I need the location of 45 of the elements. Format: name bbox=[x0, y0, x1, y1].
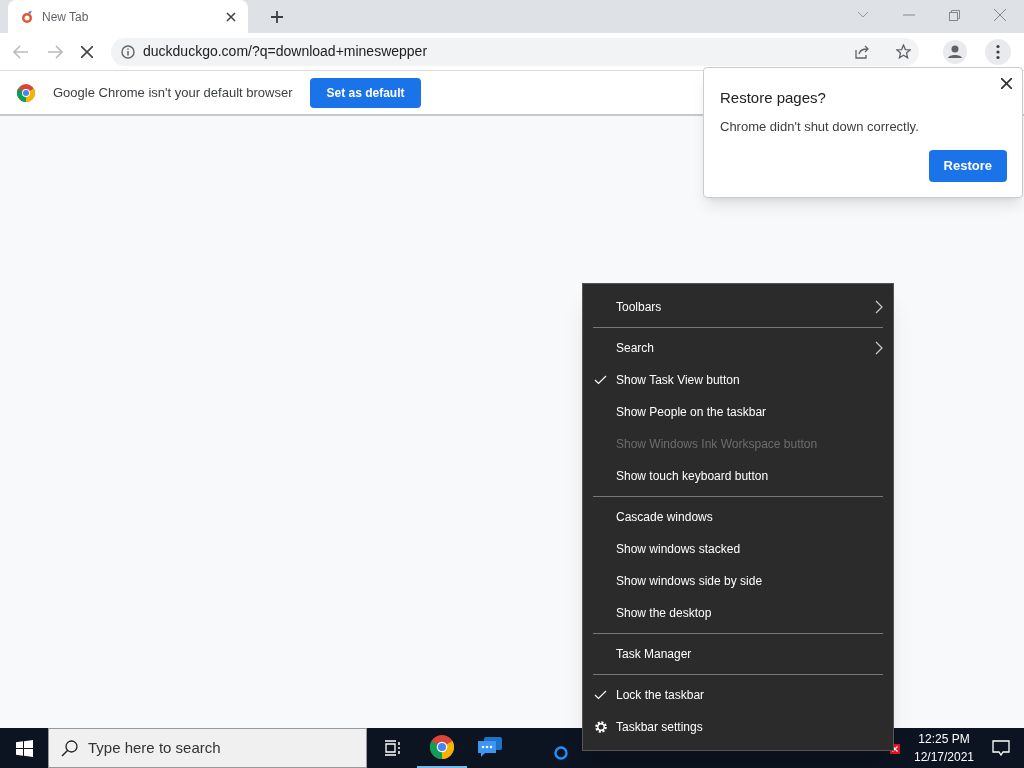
close-icon[interactable] bbox=[1001, 78, 1012, 89]
menu-item[interactable]: Taskbar settings bbox=[583, 711, 893, 743]
browser-tab[interactable]: New Tab bbox=[8, 0, 248, 33]
menu-item[interactable]: Show People on the taskbar bbox=[583, 396, 893, 428]
chrome-logo-icon bbox=[17, 83, 35, 102]
info-icon[interactable] bbox=[121, 44, 135, 59]
menu-item[interactable]: Lock the taskbar bbox=[583, 679, 893, 711]
chrome-logo-icon bbox=[430, 735, 454, 759]
menu-item[interactable]: Search bbox=[583, 332, 893, 364]
tab-title: New Tab bbox=[42, 8, 90, 26]
menu-item[interactable]: Show the desktop bbox=[583, 597, 893, 629]
windows-logo-icon[interactable] bbox=[15, 739, 33, 757]
bubble-message: Chrome didn't shut down correctly. bbox=[720, 118, 919, 136]
star-icon[interactable] bbox=[896, 44, 911, 59]
menu-item[interactable]: Task Manager bbox=[583, 638, 893, 670]
menu-item[interactable]: Show Task View button bbox=[583, 364, 893, 396]
circle-icon[interactable] bbox=[554, 746, 568, 760]
address-bar[interactable]: duckduckgo.com/?q=download+mineswepper bbox=[111, 37, 919, 66]
new-tab-icon[interactable] bbox=[270, 10, 284, 24]
bubble-title: Restore pages? bbox=[720, 88, 826, 108]
notification-icon[interactable] bbox=[992, 740, 1010, 756]
restore-icon[interactable] bbox=[949, 9, 960, 21]
flame-icon bbox=[20, 9, 34, 24]
profile-icon[interactable] bbox=[943, 39, 967, 64]
search-icon bbox=[61, 739, 78, 757]
set-as-default-button[interactable]: Set as default bbox=[310, 77, 421, 108]
default-browser-message: Google Chrome isn't your default browser bbox=[53, 83, 293, 102]
chat-bubbles-icon[interactable] bbox=[478, 737, 502, 759]
menu-item[interactable]: Show windows side by side bbox=[583, 565, 893, 597]
stop-icon[interactable] bbox=[81, 45, 93, 58]
restore-button[interactable]: Restore bbox=[928, 150, 1007, 182]
menu-item[interactable]: Show touch keyboard button bbox=[583, 460, 893, 492]
task-view-icon[interactable] bbox=[384, 740, 402, 756]
gear-icon bbox=[594, 720, 608, 734]
taskbar-search-field[interactable]: Type here to search bbox=[48, 728, 367, 768]
menu-item[interactable]: Toolbars bbox=[583, 291, 893, 323]
menu-icon[interactable] bbox=[985, 38, 1011, 65]
menu-item[interactable]: Show windows stacked bbox=[583, 533, 893, 565]
clock-date: 12/17/2021 bbox=[913, 749, 975, 766]
search-placeholder: Type here to search bbox=[88, 737, 221, 758]
menu-item[interactable]: Cascade windows bbox=[583, 501, 893, 533]
close-icon[interactable] bbox=[226, 11, 236, 22]
share-icon[interactable] bbox=[855, 44, 870, 59]
clock-time: 12:25 PM bbox=[918, 731, 970, 748]
url-text: duckduckgo.com/?q=download+mineswepper bbox=[143, 42, 429, 61]
